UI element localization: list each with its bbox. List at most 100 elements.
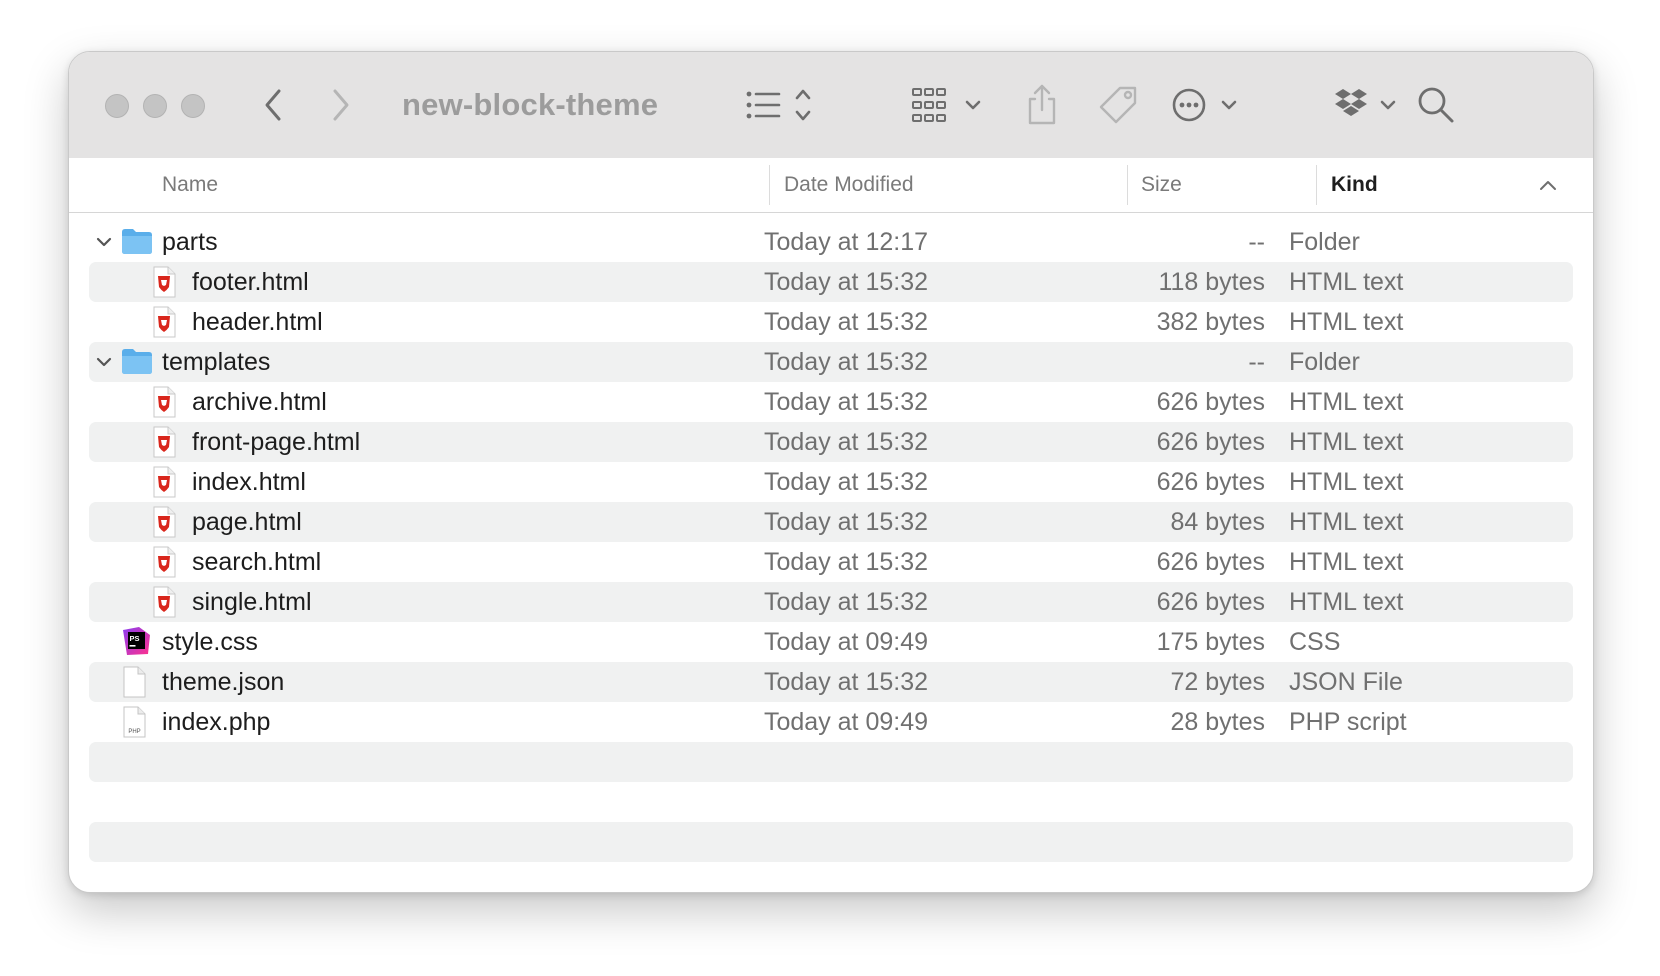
dropbox-icon <box>1335 89 1396 116</box>
file-size: 626 bytes <box>1156 588 1265 616</box>
file-kind: PHP script <box>1289 708 1407 736</box>
chevron-left-icon <box>265 89 281 121</box>
file-name: header.html <box>192 308 323 336</box>
file-kind: Folder <box>1289 348 1360 376</box>
php-file-icon: PHP <box>121 706 147 743</box>
file-date-modified: Today at 15:32 <box>764 588 929 616</box>
dropbox-button[interactable] <box>1332 80 1412 130</box>
column-name[interactable]: Name <box>162 158 218 212</box>
file-row[interactable]: index.html Today at 15:32 626 bytes HTML te… <box>89 462 1573 502</box>
file-date-modified: Today at 15:32 <box>764 668 929 696</box>
html-file-icon <box>151 546 177 583</box>
file-row[interactable]: page.html Today at 15:32 84 bytes HTML text <box>89 502 1573 542</box>
html-file-icon <box>151 466 177 503</box>
file-row[interactable]: theme.json Today at 15:32 72 bytes JSON Fil… <box>89 662 1573 702</box>
file-name: index.php <box>162 708 271 736</box>
file-size: 626 bytes <box>1156 468 1265 496</box>
file-name: theme.json <box>162 668 285 696</box>
toolbar: new-block-theme <box>69 52 1593 159</box>
file-kind: JSON File <box>1289 668 1403 696</box>
file-date-modified: Today at 15:32 <box>764 268 929 296</box>
list-view-icon <box>746 89 811 121</box>
file-name: archive.html <box>192 388 327 416</box>
file-row[interactable]: front-page.html Today at 15:32 626 bytes HT… <box>89 422 1573 462</box>
html-file-icon <box>151 426 177 463</box>
file-size: 72 bytes <box>1170 668 1265 696</box>
file-name: footer.html <box>192 268 309 296</box>
file-row[interactable]: templates Today at 15:32 -- Folder <box>89 342 1573 382</box>
file-row[interactable]: footer.html Today at 15:32 118 bytes HTML t… <box>89 262 1573 302</box>
file-name: single.html <box>192 588 312 616</box>
file-kind: HTML text <box>1289 388 1404 416</box>
file-size: 626 bytes <box>1156 548 1265 576</box>
minimize-window-button[interactable] <box>143 94 167 118</box>
file-name: search.html <box>192 548 322 576</box>
action-button[interactable] <box>1169 80 1249 130</box>
tag-icon <box>1099 86 1137 124</box>
window-title: new-block-theme <box>402 87 659 122</box>
file-kind: HTML text <box>1289 588 1404 616</box>
file-kind: HTML text <box>1289 548 1404 576</box>
folder-icon <box>121 346 153 381</box>
file-size: -- <box>1248 348 1265 376</box>
search-button[interactable] <box>1411 80 1461 130</box>
file-kind: CSS <box>1289 628 1341 656</box>
file-size: 175 bytes <box>1156 628 1265 656</box>
phpstorm-css-icon: PS <box>121 626 151 661</box>
empty-row <box>89 822 1573 862</box>
grid-group-icon <box>912 88 981 122</box>
file-date-modified: Today at 12:17 <box>764 228 929 256</box>
forward-button[interactable] <box>321 84 361 126</box>
file-name: style.css <box>162 628 258 656</box>
file-date-modified: Today at 15:32 <box>764 388 929 416</box>
column-kind[interactable]: Kind <box>1331 158 1378 212</box>
file-size: 28 bytes <box>1170 708 1265 736</box>
view-options-button[interactable] <box>739 82 825 128</box>
blank-document-icon <box>121 666 147 703</box>
column-divider[interactable] <box>1127 165 1128 205</box>
zoom-window-button[interactable] <box>181 94 205 118</box>
file-row[interactable]: search.html Today at 15:32 626 bytes HTML t… <box>89 542 1573 582</box>
file-date-modified: Today at 15:32 <box>764 548 929 576</box>
file-name: front-page.html <box>192 428 361 456</box>
file-date-modified: Today at 15:32 <box>764 468 929 496</box>
group-button[interactable] <box>909 80 989 130</box>
column-divider[interactable] <box>1316 165 1317 205</box>
file-row[interactable]: header.html Today at 15:32 382 bytes HTML t… <box>89 302 1573 342</box>
file-row[interactable]: PHP index.php Today at 09:49 28 bytes PHP sc… <box>89 702 1573 742</box>
column-size[interactable]: Size <box>1141 158 1182 212</box>
file-size: 84 bytes <box>1170 508 1265 536</box>
file-size: 382 bytes <box>1156 308 1265 336</box>
empty-row <box>89 742 1573 782</box>
column-divider[interactable] <box>769 165 770 205</box>
file-kind: HTML text <box>1289 268 1404 296</box>
file-row[interactable]: parts Today at 12:17 -- Folder <box>89 222 1573 262</box>
file-row[interactable]: PS style.css Today at 09:49 175 bytes CSS <box>89 622 1573 662</box>
back-button[interactable] <box>253 84 293 126</box>
file-date-modified: Today at 09:49 <box>764 628 929 656</box>
tag-button[interactable] <box>1094 80 1144 130</box>
disclosure-chevron-down-icon[interactable] <box>92 230 116 254</box>
column-date-modified[interactable]: Date Modified <box>784 158 914 212</box>
file-size: -- <box>1248 228 1265 256</box>
share-icon <box>1028 84 1056 125</box>
finder-window: new-block-theme Name Date Modified Size … <box>68 51 1594 893</box>
file-name: index.html <box>192 468 306 496</box>
sort-ascending-icon[interactable] <box>1539 178 1557 192</box>
file-row[interactable]: archive.html Today at 15:32 626 bytes HTML … <box>89 382 1573 422</box>
file-date-modified: Today at 15:32 <box>764 428 929 456</box>
disclosure-chevron-down-icon[interactable] <box>92 350 116 374</box>
file-kind: HTML text <box>1289 428 1404 456</box>
chevron-right-icon <box>333 89 349 121</box>
file-size: 118 bytes <box>1158 268 1265 296</box>
file-row[interactable]: single.html Today at 15:32 626 bytes HTML t… <box>89 582 1573 622</box>
file-date-modified: Today at 15:32 <box>764 508 929 536</box>
file-kind: HTML text <box>1289 508 1404 536</box>
close-window-button[interactable] <box>105 94 129 118</box>
file-size: 626 bytes <box>1156 428 1265 456</box>
svg-text:PS: PS <box>130 634 140 643</box>
share-button[interactable] <box>1022 80 1062 130</box>
file-date-modified: Today at 15:32 <box>764 308 929 336</box>
html-file-icon <box>151 306 177 343</box>
file-kind: Folder <box>1289 228 1360 256</box>
